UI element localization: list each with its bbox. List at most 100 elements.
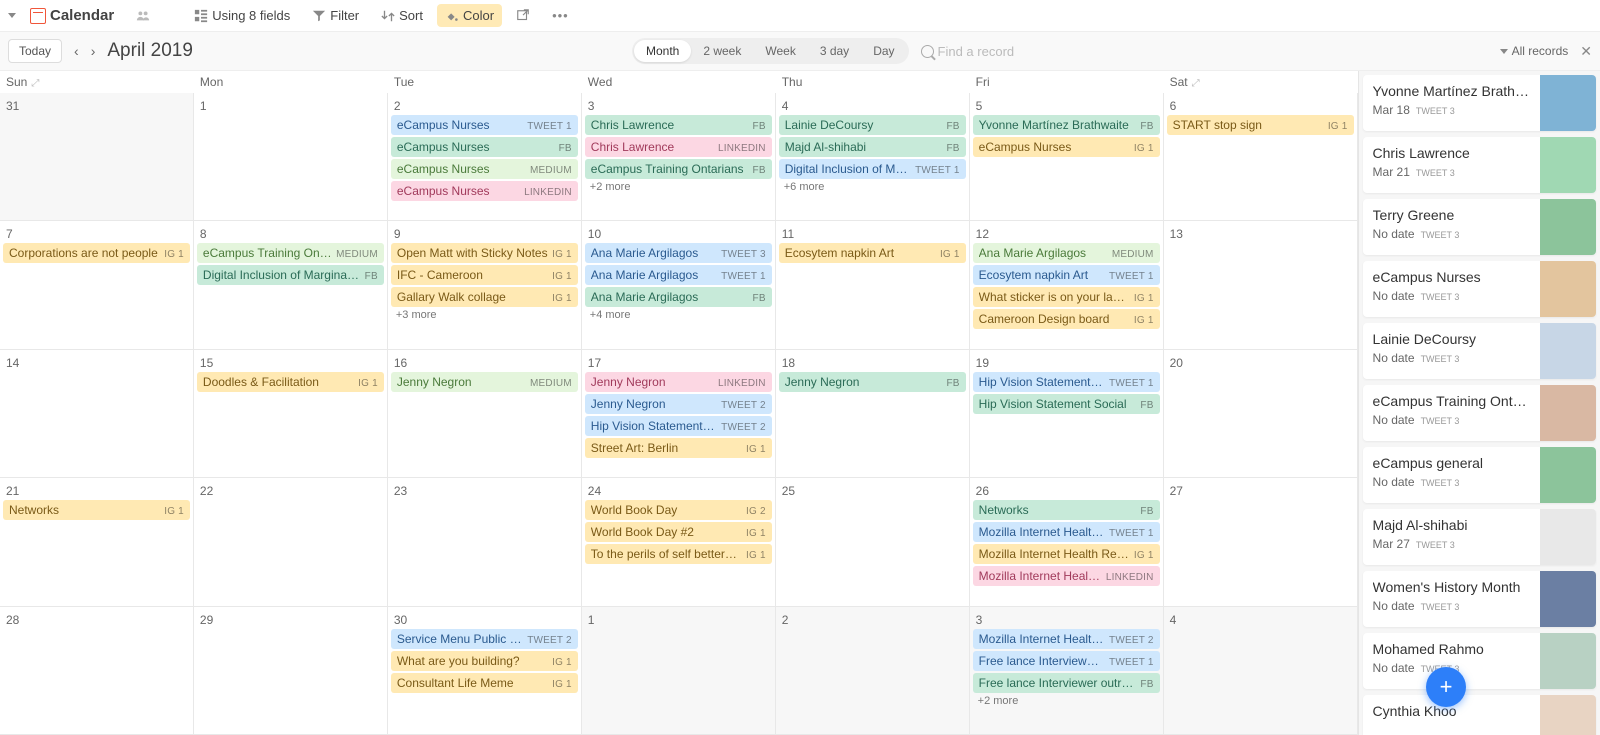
record-card[interactable]: Lainie DeCoursyNo dateTWEET 3 [1363,323,1596,379]
calendar-event[interactable]: What sticker is on your laptop?IG 1 [973,287,1160,307]
calendar-event[interactable]: Majd Al-shihabiFB [779,137,966,157]
range-day[interactable]: Day [861,40,906,62]
share-button[interactable] [508,5,538,27]
calendar-cell[interactable]: 2 [776,607,970,735]
record-card[interactable]: Cynthia Khoo [1363,695,1596,735]
calendar-event[interactable]: START stop signIG 1 [1167,115,1354,135]
calendar-cell[interactable]: 22 [194,478,388,606]
calendar-cell[interactable]: 9Open Matt with Sticky NotesIG 1IFC - Ca… [388,221,582,349]
calendar-event[interactable]: Ecosytem napkin ArtIG 1 [779,243,966,263]
calendar-event[interactable]: IFC - CameroonIG 1 [391,265,578,285]
calendar-event[interactable]: Service Menu Public DraftTWEET 2 [391,629,578,649]
record-card[interactable]: Mohamed RahmoNo dateTWEET 3 [1363,633,1596,689]
calendar-event[interactable]: Digital Inclusion of Marginalize…FB [197,265,384,285]
record-card[interactable]: Chris LawrenceMar 21TWEET 3 [1363,137,1596,193]
record-card[interactable]: eCampus Training Ontari…No dateTWEET 3 [1363,385,1596,441]
next-month-button[interactable]: › [85,39,102,63]
filter-button[interactable]: Filter [304,4,367,27]
show-more-events[interactable]: +2 more [972,693,1161,709]
calendar-cell[interactable]: 27 [1164,478,1358,606]
calendar-cell[interactable]: 30Service Menu Public DraftTWEET 2What a… [388,607,582,735]
calendar-event[interactable]: Free lance Interviewer outreachFB [973,673,1160,693]
range-month[interactable]: Month [634,40,691,62]
today-button[interactable]: Today [8,39,62,63]
calendar-event[interactable]: Yvonne Martínez BrathwaiteFB [973,115,1160,135]
calendar-cell[interactable]: 4Lainie DeCoursyFBMajd Al-shihabiFBDigit… [776,93,970,221]
calendar-event[interactable]: Chris LawrenceLINKEDIN [585,137,772,157]
calendar-event[interactable]: eCampus Training OntariansFB [585,159,772,179]
show-more-events[interactable]: +6 more [778,179,967,195]
calendar-cell[interactable]: 11Ecosytem napkin ArtIG 1 [776,221,970,349]
calendar-event[interactable]: Mozilla Internet Health R…TWEET 2 [973,629,1160,649]
calendar-cell[interactable]: 1 [194,93,388,221]
calendar-cell[interactable]: 7Corporations are not peopleIG 1 [0,221,194,349]
calendar-cell[interactable]: 1 [582,607,776,735]
calendar-cell[interactable]: 29 [194,607,388,735]
calendar-event[interactable]: Hip Vision Statement SocialFB [973,394,1160,414]
calendar-event[interactable]: Jenny NegronFB [779,372,966,392]
calendar-cell[interactable]: 3Mozilla Internet Health R…TWEET 2Free l… [970,607,1164,735]
record-card[interactable]: Majd Al-shihabiMar 27TWEET 3 [1363,509,1596,565]
record-card[interactable]: Women's History MonthNo dateTWEET 3 [1363,571,1596,627]
calendar-cell[interactable]: 24World Book DayIG 2World Book Day #2IG … [582,478,776,606]
record-card[interactable]: Yvonne Martínez Brathw…Mar 18TWEET 3 [1363,75,1596,131]
range-week[interactable]: Week [753,40,807,62]
calendar-cell[interactable]: 4 [1164,607,1358,735]
calendar-cell[interactable]: 15Doodles & FacilitationIG 1 [194,350,388,478]
calendar-cell[interactable]: 19Hip Vision Statement Soc…TWEET 1Hip Vi… [970,350,1164,478]
range-2week[interactable]: 2 week [691,40,753,62]
calendar-cell[interactable]: 12Ana Marie ArgilagosMEDIUMEcosytem napk… [970,221,1164,349]
show-more-events[interactable]: +3 more [390,307,579,323]
more-button[interactable]: ••• [544,4,577,27]
calendar-cell[interactable]: 17Jenny NegronLINKEDINJenny NegronTWEET … [582,350,776,478]
search-box[interactable]: Find a record [921,44,1061,59]
calendar-event[interactable]: Hip Vision Statement Soc…TWEET 2 [585,416,772,436]
calendar-event[interactable]: Gallary Walk collageIG 1 [391,287,578,307]
view-menu-dropdown[interactable] [8,13,16,18]
calendar-event[interactable]: Mozilla Internet Health Re…TWEET 1 [973,522,1160,542]
close-sidepanel-button[interactable]: ✕ [1580,43,1592,60]
calendar-event[interactable]: Mozilla Internet Health R…LINKEDIN [973,566,1160,586]
calendar-event[interactable]: What are you building?IG 1 [391,651,578,671]
record-card[interactable]: Terry GreeneNo dateTWEET 3 [1363,199,1596,255]
calendar-event[interactable]: World Book Day #2IG 1 [585,522,772,542]
calendar-event[interactable]: Doodles & FacilitationIG 1 [197,372,384,392]
sort-button[interactable]: Sort [373,4,431,27]
calendar-cell[interactable]: 21NetworksIG 1 [0,478,194,606]
calendar-event[interactable]: Jenny NegronMEDIUM [391,372,578,392]
calendar-event[interactable]: eCampus NursesMEDIUM [391,159,578,179]
add-record-fab[interactable]: + [1426,667,1466,707]
calendar-cell[interactable]: 2eCampus NursesTWEET 1eCampus NursesFBeC… [388,93,582,221]
collaborators-button[interactable] [128,5,158,27]
calendar-event[interactable]: Ecosytem napkin ArtTWEET 1 [973,265,1160,285]
calendar-event[interactable]: Street Art: BerlinIG 1 [585,438,772,458]
calendar-event[interactable]: Ana Marie ArgilagosTWEET 3 [585,243,772,263]
calendar-event[interactable]: Chris LawrenceFB [585,115,772,135]
range-3day[interactable]: 3 day [808,40,861,62]
calendar-event[interactable]: Ana Marie ArgilagosFB [585,287,772,307]
calendar-event[interactable]: Cameroon Design boardIG 1 [973,309,1160,329]
color-button[interactable]: Color [437,4,502,27]
calendar-cell[interactable]: 31 [0,93,194,221]
calendar-cell[interactable]: 13 [1164,221,1358,349]
fields-button[interactable]: Using 8 fields [186,4,298,27]
calendar-cell[interactable]: 5Yvonne Martínez BrathwaiteFBeCampus Nur… [970,93,1164,221]
view-switcher[interactable]: Calendar [22,3,122,28]
calendar-event[interactable]: eCampus NursesFB [391,137,578,157]
show-more-events[interactable]: +2 more [584,179,773,195]
calendar-cell[interactable]: 16Jenny NegronMEDIUM [388,350,582,478]
calendar-event[interactable]: Hip Vision Statement Soc…TWEET 1 [973,372,1160,392]
calendar-event[interactable]: Ana Marie ArgilagosTWEET 1 [585,265,772,285]
calendar-event[interactable]: Digital Inclusion of Margi…TWEET 1 [779,159,966,179]
calendar-event[interactable]: Lainie DeCoursyFB [779,115,966,135]
calendar-cell[interactable]: 25 [776,478,970,606]
calendar-event[interactable]: Jenny NegronLINKEDIN [585,372,772,392]
calendar-cell[interactable]: 10Ana Marie ArgilagosTWEET 3Ana Marie Ar… [582,221,776,349]
prev-month-button[interactable]: ‹ [68,39,85,63]
calendar-cell[interactable]: 20 [1164,350,1358,478]
calendar-event[interactable]: To the perils of self bettermentIG 1 [585,544,772,564]
calendar-event[interactable]: NetworksIG 1 [3,500,190,520]
calendar-event[interactable]: Corporations are not peopleIG 1 [3,243,190,263]
calendar-event[interactable]: Open Matt with Sticky NotesIG 1 [391,243,578,263]
calendar-event[interactable]: eCampus NursesLINKEDIN [391,181,578,201]
